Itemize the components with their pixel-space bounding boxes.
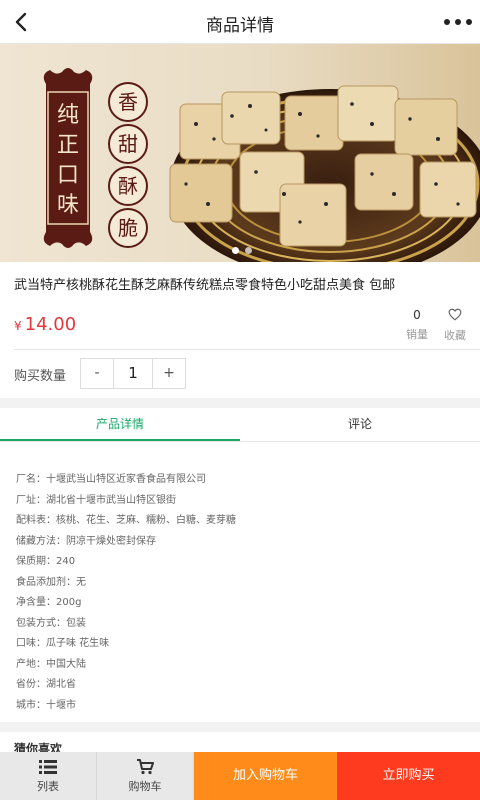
sales-number: 0 xyxy=(413,308,421,322)
quantity-label: 购买数量 xyxy=(14,369,67,384)
sales-count: 0 销量 xyxy=(402,308,432,342)
product-name: 武当特产核桃酥花生酥芝麻酥传统糕点零食特色小吃甜点美食 包邮 xyxy=(14,278,396,293)
bottom-action-bar: 列表 购物车 加入购物车 立即购买 xyxy=(0,752,480,800)
spec-row: 城市：十堰市 xyxy=(16,699,76,711)
carousel-dot[interactable] xyxy=(232,247,239,254)
sales-label: 销量 xyxy=(406,328,428,341)
list-button[interactable]: 列表 xyxy=(0,752,97,800)
cart-label: 购物车 xyxy=(128,780,162,793)
currency-symbol: ¥ xyxy=(14,319,22,333)
spec-row: 储藏方法：阴凉干燥处密封保存 xyxy=(16,535,156,547)
seal-char: 口 xyxy=(57,163,79,188)
price-value: 14.00 xyxy=(24,314,77,335)
add-to-cart-button[interactable]: 加入购物车 xyxy=(194,752,337,800)
spec-row: 产地：中国大陆 xyxy=(16,658,86,670)
product-detail-page: 商品详情 纯 正 口 味 香 甜 酥 脆 武当特产核桃酥花生酥芝麻酥传统糕点零食… xyxy=(0,0,480,800)
badge-char: 酥 xyxy=(118,174,138,198)
spec-row: 厂址：湖北省十堰市武当山特区银街 xyxy=(16,494,176,506)
carousel-dot[interactable] xyxy=(245,247,252,254)
buy-now-button[interactable]: 立即购买 xyxy=(337,752,480,800)
product-image-carousel[interactable]: 纯 正 口 味 香 甜 酥 脆 xyxy=(0,44,480,262)
product-price: ¥14.00 xyxy=(14,314,76,335)
tab-comments[interactable]: 评论 xyxy=(240,408,480,441)
cart-button[interactable]: 购物车 xyxy=(97,752,194,800)
spec-row: 省份：湖北省 xyxy=(16,679,76,690)
seal-char: 纯 xyxy=(57,103,79,128)
carousel-indicator[interactable] xyxy=(232,247,252,254)
spec-row: 口味：瓜子味 花生味 xyxy=(16,638,110,649)
more-options-icon[interactable] xyxy=(444,12,472,32)
quantity-stepper: - 1 + xyxy=(80,358,186,389)
seal-char: 正 xyxy=(57,133,79,158)
badge-char: 甜 xyxy=(118,132,138,156)
spec-row: 食品添加剂：无 xyxy=(16,576,86,588)
tab-product-details[interactable]: 产品详情 xyxy=(0,408,240,441)
spec-row: 净含量：200g xyxy=(16,597,82,608)
badge-char: 香 xyxy=(118,90,138,114)
top-bar: 商品详情 xyxy=(0,0,480,44)
list-icon xyxy=(39,760,57,774)
favorite-button[interactable]: 收藏 xyxy=(440,306,470,343)
section-gap xyxy=(0,722,480,732)
spec-row: 厂名：十堰武当山特区近家香食品有限公司 xyxy=(16,474,206,485)
section-gap xyxy=(0,398,480,408)
favorite-label: 收藏 xyxy=(444,329,466,342)
spec-row: 保质期：240 xyxy=(16,556,76,567)
badge-char: 脆 xyxy=(118,216,138,240)
spec-row: 包装方式：包装 xyxy=(16,617,86,629)
quantity-input[interactable]: 1 xyxy=(113,359,153,388)
heart-icon xyxy=(448,308,462,321)
page-title: 商品详情 xyxy=(206,16,274,36)
seal-char: 味 xyxy=(57,193,79,218)
banner-image: 纯 正 口 味 香 甜 酥 脆 xyxy=(43,68,480,262)
spec-row: 配料表：核桃、花生、芝麻、糯粉、白糖、麦芽糖 xyxy=(16,515,236,526)
divider xyxy=(14,349,480,350)
increase-button[interactable]: + xyxy=(153,359,185,388)
product-specs: 厂名：十堰武当山特区近家香食品有限公司 厂址：湖北省十堰市武当山特区银街 配料表… xyxy=(16,470,466,716)
cart-icon xyxy=(137,759,154,775)
detail-tabs: 产品详情 评论 xyxy=(0,408,480,442)
list-label: 列表 xyxy=(37,780,59,793)
decrease-button[interactable]: - xyxy=(81,359,113,388)
